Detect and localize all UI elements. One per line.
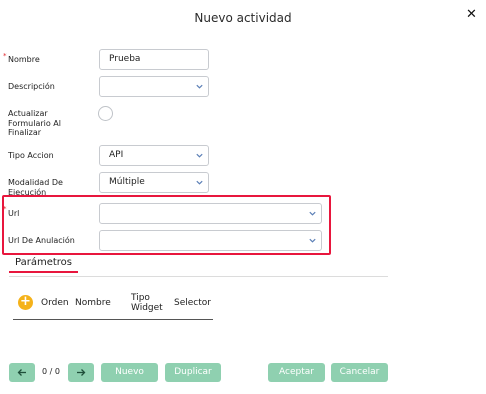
descripcion-select[interactable] [99,76,209,97]
dialog-title: Nuevo actividad [194,11,292,25]
required-marker: * [3,205,7,213]
chevron-down-icon [196,153,203,158]
actualizar-label-line: Actualizar [8,109,48,118]
arrow-left-icon [17,369,26,376]
tipo-accion-value: API [109,150,124,160]
aceptar-button[interactable]: Aceptar [268,363,325,382]
chevron-down-icon [196,84,203,89]
url-select[interactable] [99,203,322,224]
table-header-divider [13,319,213,320]
tab-parametros[interactable]: Parámetros [9,257,78,273]
nuevo-button[interactable]: Nuevo [101,363,158,382]
url-anulacion-select[interactable] [99,230,322,251]
column-header-tipo-widget-line: Widget [131,303,163,313]
nombre-input[interactable]: Prueba [99,49,209,70]
modalidad-label-line: Modalidad De [8,178,63,187]
actualizar-label-line: Finalizar [8,128,42,137]
column-header-selector: Selector [174,298,211,308]
url-anulacion-label: Url De Anulación [8,236,75,245]
cancelar-button[interactable]: Cancelar [331,363,388,382]
tab-divider [9,276,388,277]
tipo-accion-label: Tipo Accion [8,151,54,160]
close-icon[interactable]: ✕ [466,7,477,22]
actualizar-label-line: Formulario Al [8,118,61,128]
next-button[interactable] [68,363,94,382]
url-label: Url [8,209,20,218]
tipo-accion-select[interactable]: API [99,145,209,166]
descripcion-label: Descripción [8,82,55,91]
actualizar-radio[interactable] [98,106,113,121]
column-header-orden: Orden [41,298,69,308]
modalidad-select[interactable]: Múltiple [99,172,209,193]
prev-button[interactable] [9,363,35,382]
column-header-nombre: Nombre [75,298,111,308]
column-header-tipo-widget-line: Tipo [131,293,150,303]
duplicar-button[interactable]: Duplicar [165,363,221,382]
arrow-right-icon [77,369,86,376]
actualizar-label: Actualizar Formulario Al Finalizar [8,109,61,138]
pager-text: 0 / 0 [42,367,60,376]
required-marker: * [3,52,7,60]
chevron-down-icon [196,180,203,185]
nombre-label: Nombre [8,55,40,64]
modalidad-value: Múltiple [109,177,145,187]
column-header-tipo-widget: Tipo Widget [131,293,163,313]
chevron-down-icon [309,211,316,216]
plus-icon[interactable]: + [18,295,33,310]
chevron-down-icon [309,238,316,243]
